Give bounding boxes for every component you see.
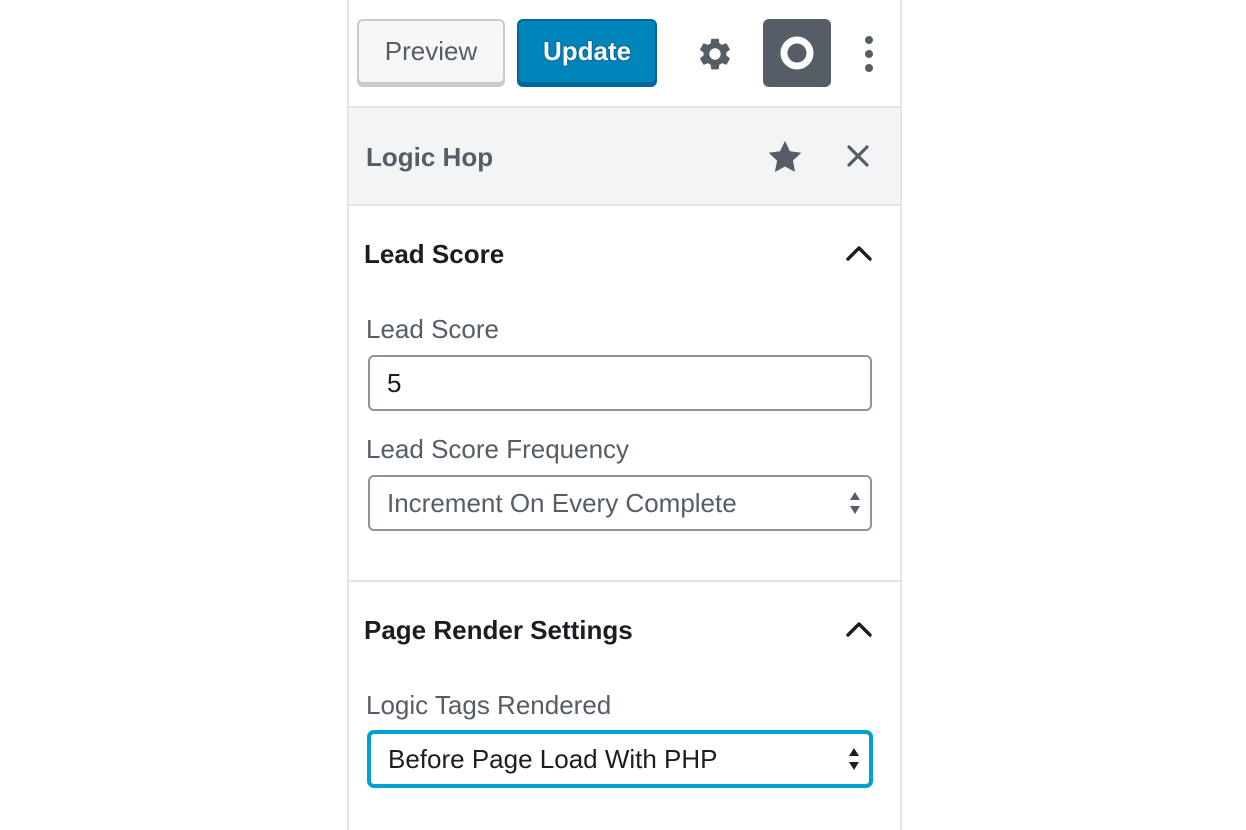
- lead-score-frequency-value: Increment On Every Complete: [387, 487, 737, 518]
- editor-sidebar-panel: Preview Update Logic Hop Lead Score Lead…: [347, 0, 902, 830]
- more-vertical-icon[interactable]: [849, 30, 889, 78]
- star-icon[interactable]: [765, 137, 805, 177]
- section-title-page-render-settings[interactable]: Page Render Settings: [364, 615, 633, 646]
- section-title-lead-score[interactable]: Lead Score: [364, 239, 504, 270]
- sidebar-title: Logic Hop: [366, 142, 494, 172]
- editor-toolbar: Preview Update: [349, 0, 900, 108]
- lead-score-frequency-select[interactable]: Increment On Every Complete: [368, 475, 872, 531]
- update-button[interactable]: Update: [517, 19, 657, 84]
- logic-tags-rendered-label: Logic Tags Rendered: [366, 690, 612, 720]
- lead-score-input[interactable]: 5: [368, 355, 872, 411]
- sidebar-header: Logic Hop: [349, 108, 900, 206]
- chevron-up-icon[interactable]: [843, 237, 875, 269]
- logic-hop-circle-icon: [780, 36, 814, 70]
- logic-tags-rendered-select[interactable]: Before Page Load With PHP: [368, 731, 872, 787]
- lead-score-frequency-label: Lead Score Frequency: [366, 434, 630, 464]
- select-arrows-icon: [849, 748, 859, 770]
- gear-icon[interactable]: [693, 32, 737, 76]
- close-icon[interactable]: [841, 139, 875, 173]
- logic-hop-plugin-button[interactable]: [763, 19, 831, 87]
- chevron-up-icon[interactable]: [843, 613, 875, 645]
- logic-tags-rendered-value: Before Page Load With PHP: [388, 743, 718, 774]
- section-divider: [349, 580, 900, 582]
- lead-score-label: Lead Score: [366, 314, 499, 344]
- select-arrows-icon: [850, 492, 860, 514]
- preview-button[interactable]: Preview: [357, 19, 505, 84]
